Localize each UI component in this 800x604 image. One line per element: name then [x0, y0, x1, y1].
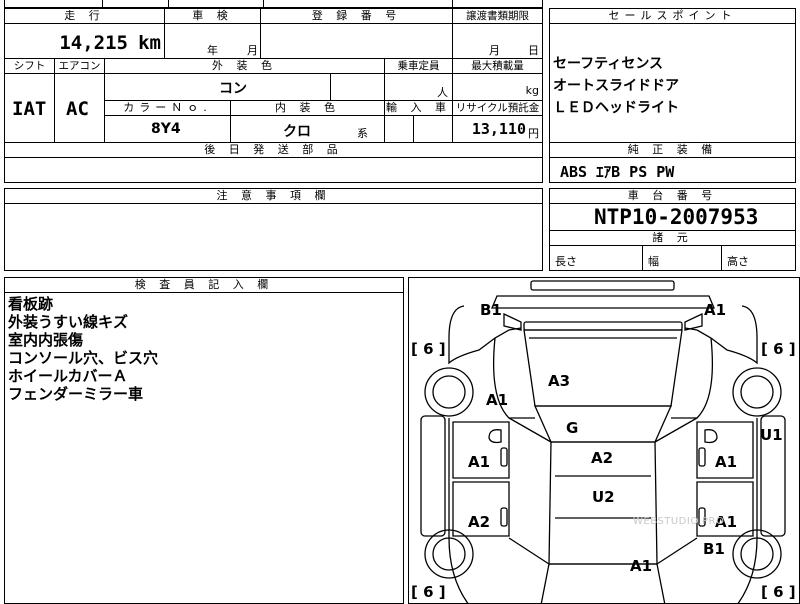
- sales-point-1: セーフティセンス: [553, 56, 664, 72]
- max-load-cell: kg: [452, 73, 543, 101]
- note-line-1: 看板跡: [8, 295, 54, 313]
- mark-front-door-left: A1: [468, 453, 491, 471]
- mileage-unit: km: [138, 32, 161, 54]
- mark-hood: A3: [548, 372, 571, 390]
- aircon-value: AC: [66, 98, 89, 120]
- chassis-header: 車 台 番 号: [549, 188, 796, 204]
- exterior-color-sub-cell: [330, 73, 385, 101]
- aircon-header: エアコン: [54, 58, 105, 74]
- mark-roof-center: A2: [591, 449, 614, 467]
- interior-color-value: クロ: [283, 124, 311, 140]
- note-line-2: 外装うすい線キズ: [8, 313, 129, 331]
- aircon-cell: AC: [54, 73, 105, 143]
- import-car-cell-right: [413, 115, 453, 143]
- mark-roof-g: G: [566, 419, 579, 437]
- transfer-deadline-cell: 月 日: [452, 23, 543, 59]
- mark-front-bumper-left: B1: [480, 301, 502, 319]
- mark-front-door-right: A1: [715, 453, 738, 471]
- inspector-notes-header: 検 査 員 記 入 欄: [4, 277, 404, 293]
- color-no-header: カラーＮｏ.: [104, 100, 231, 116]
- exterior-color-value: コン: [219, 81, 247, 97]
- sales-points-box: セーフティセンス オートスライドドア ＬＥＤヘッドライト: [549, 23, 796, 143]
- note-line-5: ホイールカバーＡ: [8, 367, 128, 385]
- color-no-cell: 8Y4: [104, 115, 231, 143]
- later-parts-cell: [4, 157, 543, 183]
- chassis-value: NTP10-2007953: [594, 205, 759, 229]
- later-parts-header: 後 日 発 送 部 品: [4, 142, 543, 158]
- shift-header: シフト: [4, 58, 55, 74]
- car-outline-diagram: [420, 280, 786, 603]
- caution-box: [4, 203, 543, 271]
- specs-height-cell: 高さ: [721, 245, 796, 271]
- transfer-month-unit: 月: [489, 44, 500, 57]
- max-load-unit: kg: [525, 84, 539, 97]
- note-line-3: 室内内張傷: [8, 331, 84, 349]
- sales-points-header: セールスポイント: [549, 8, 796, 24]
- capacity-header: 乗車定員: [384, 58, 453, 74]
- standard-equipment-box: ABS ｴｱB PS PW: [549, 157, 796, 183]
- max-load-header: 最大積載量: [452, 58, 543, 74]
- interior-color-cell: クロ 系: [230, 115, 385, 143]
- recycle-fee-cell: 13,110 円: [452, 115, 543, 143]
- tread-front-left: [ 6 ]: [411, 340, 446, 358]
- interior-color-suffix: 系: [357, 127, 368, 140]
- note-line-6: フェンダーミラー車: [8, 385, 144, 403]
- top-stub-row: [4, 0, 543, 8]
- mark-front-fender-left: A1: [486, 391, 509, 409]
- recycle-fee-value: 13,110: [471, 120, 526, 138]
- inspection-month-unit: 月: [247, 44, 258, 57]
- mark-front-bumper-right: A1: [704, 301, 727, 319]
- inspector-notes-box: 看板跡 外装うすい線キズ 室内内張傷 コンソール穴、ビス穴 ホイールカバーＡ フ…: [4, 292, 404, 604]
- tread-front-right: [ 6 ]: [761, 340, 796, 358]
- tread-rear-left: [ 6 ]: [411, 583, 446, 601]
- recycle-fee-unit: 円: [528, 127, 539, 140]
- specs-length-label: 長さ: [555, 255, 577, 268]
- sales-point-3: ＬＥＤヘッドライト: [553, 100, 679, 116]
- damage-diagram-box: [ 6 ] [ 6 ] [ 6 ] [ 6 ] B1 A1 A3 A1 G U1…: [408, 277, 800, 604]
- transfer-deadline-header: 譲渡書類期限: [452, 8, 543, 24]
- registration-cell: [260, 23, 453, 59]
- specs-width-label: 幅: [648, 255, 659, 268]
- capacity-unit: 人: [437, 86, 448, 99]
- caution-header: 注 意 事 項 欄: [4, 188, 543, 204]
- standard-equipment-header: 純 正 装 備: [549, 142, 796, 158]
- mark-pillar-right: U1: [760, 426, 783, 444]
- registration-header: 登 録 番 号: [260, 8, 453, 24]
- mark-rear-gate: A1: [630, 557, 653, 575]
- mark-rear-door-left: A2: [468, 513, 491, 531]
- specs-height-label: 高さ: [727, 255, 749, 268]
- specs-header: 諸 元: [549, 230, 796, 246]
- watermark: WEBSTUDIO.PRO: [633, 516, 725, 527]
- inspection-year-unit: 年: [207, 44, 218, 57]
- color-no-value: 8Y4: [151, 121, 181, 137]
- shift-value: IAT: [12, 98, 47, 120]
- specs-length-cell: 長さ: [549, 245, 643, 271]
- mileage-header: 走 行: [4, 8, 165, 24]
- exterior-color-cell: コン: [104, 73, 331, 101]
- specs-width-cell: 幅: [642, 245, 722, 271]
- recycle-fee-header: リサイクル預託金: [452, 100, 543, 116]
- import-car-cell-left: [384, 115, 414, 143]
- chassis-box: NTP10-2007953: [549, 203, 796, 231]
- import-car-header: 輸 入 車: [384, 100, 453, 116]
- shift-cell: IAT: [4, 73, 55, 143]
- exterior-color-header: 外 装 色: [104, 58, 385, 74]
- tread-rear-right: [ 6 ]: [761, 583, 796, 601]
- inspection-cell: 年 月: [164, 23, 261, 59]
- capacity-cell: 人: [384, 73, 453, 101]
- mileage-cell: 14,215 km: [4, 23, 165, 59]
- transfer-day-unit: 日: [528, 44, 539, 57]
- mark-rear-fender-right: B1: [703, 540, 725, 558]
- interior-color-header: 内 装 色: [230, 100, 385, 116]
- mileage-value: 14,215: [59, 32, 128, 54]
- standard-equipment-value: ABS ｴｱB PS PW: [560, 163, 675, 181]
- note-line-4: コンソール穴、ビス穴: [8, 349, 159, 367]
- inspection-header: 車 検: [164, 8, 261, 24]
- sales-point-2: オートスライドドア: [553, 78, 679, 94]
- mark-roof-rear: U2: [592, 488, 615, 506]
